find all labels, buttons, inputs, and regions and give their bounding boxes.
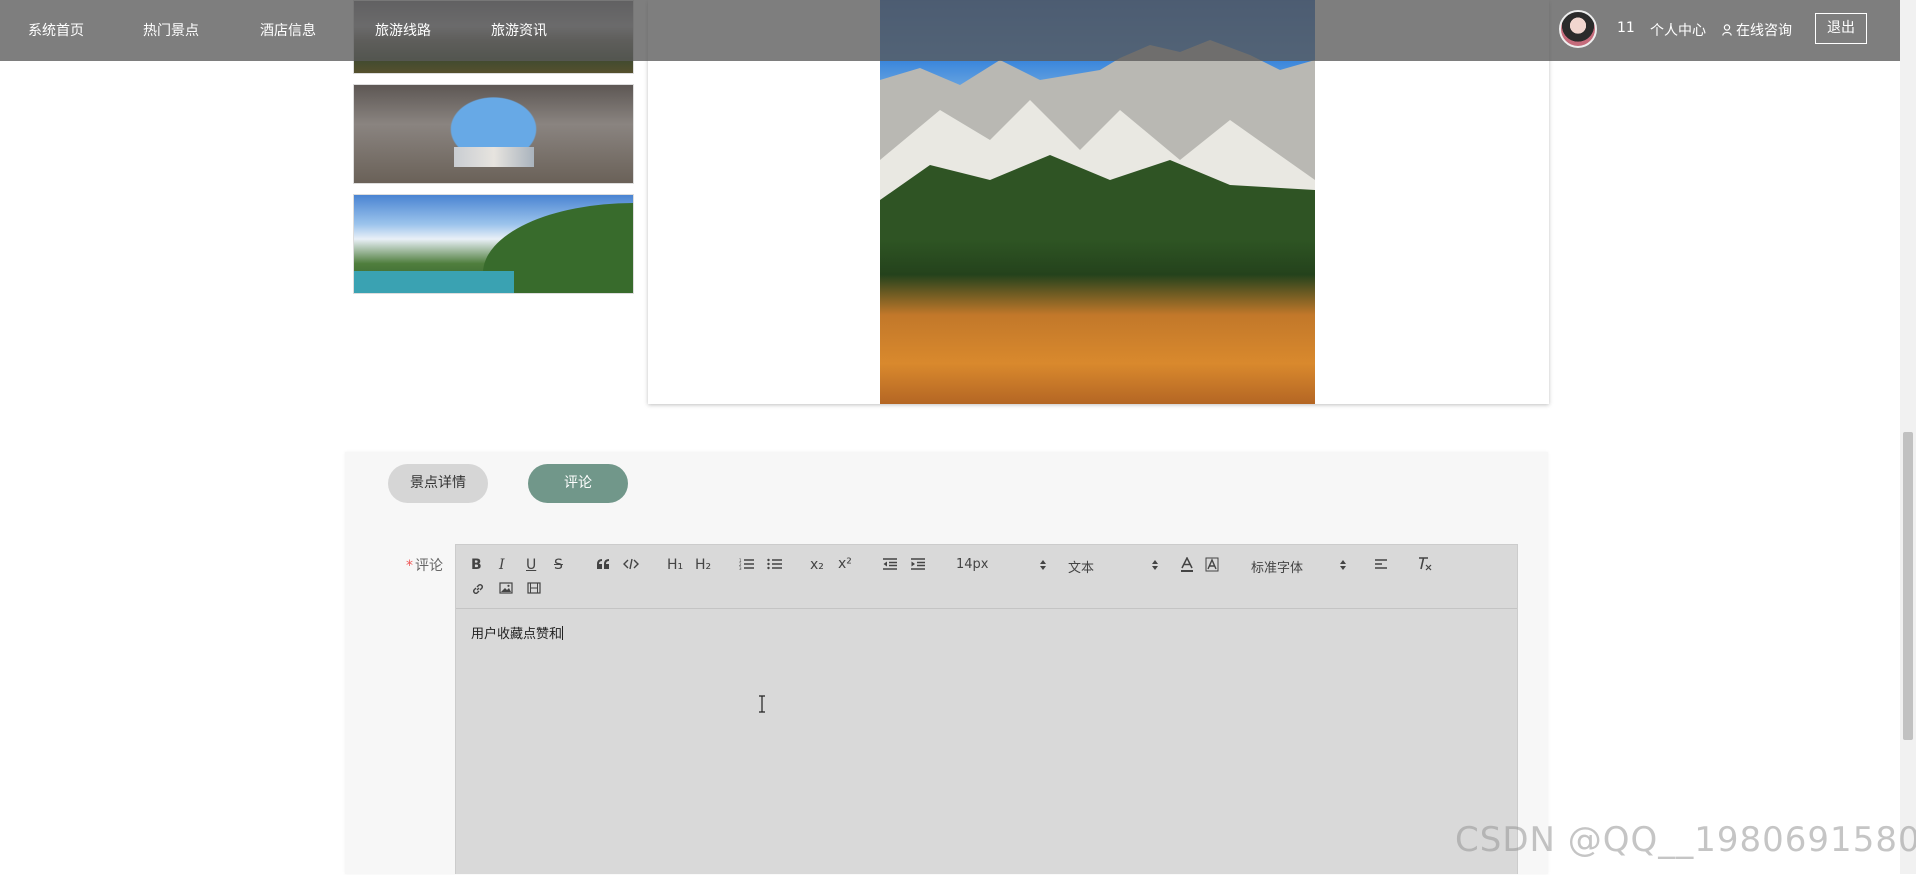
video-icon[interactable] [527,582,541,594]
editor-toolbar: B I U S H₁ H₂ 123 x₂ x² 14px 文本 标准字体 [456,545,1517,609]
editor-content-area[interactable]: 用户收藏点赞和 [456,609,1517,875]
rich-text-editor: B I U S H₁ H₂ 123 x₂ x² 14px 文本 标准字体 用户收… [455,544,1518,874]
bullet-list-icon[interactable] [767,558,783,570]
scrollbar-thumb[interactable] [1903,432,1913,740]
align-left-icon[interactable] [1374,558,1388,570]
watermark: CSDN @QQ__1980691580 [1455,820,1916,860]
comment-field-label: * 评论 [406,555,443,575]
text-cursor-icon [759,695,765,713]
background-color-icon[interactable] [1205,557,1219,573]
blockquote-icon[interactable] [596,558,610,570]
ordered-list-icon[interactable]: 123 [739,558,755,570]
mountain-shape [880,40,1315,240]
italic-button[interactable]: I [499,557,505,573]
user-center-link[interactable]: 个人中心 [1650,20,1706,40]
user-avatar[interactable] [1559,10,1597,48]
editor-text: 用户收藏点赞和 [471,627,563,642]
page-scrollbar[interactable] [1900,0,1916,874]
tab-attraction-details[interactable]: 景点详情 [388,464,488,503]
text-caret [562,626,564,640]
font-size-value: 14px [956,557,989,572]
gallery-thumbnail[interactable] [353,194,634,294]
user-id: 11 [1617,20,1635,36]
select-arrows-icon [1340,560,1346,570]
nav-news[interactable]: 旅游资讯 [491,20,547,40]
code-block-icon[interactable] [623,558,639,570]
top-nav-bar: 系统首页 热门景点 酒店信息 旅游线路 旅游资讯 11 个人中心 在线咨询 退出 [0,0,1900,61]
svg-text:3: 3 [739,566,742,570]
person-icon [1722,24,1732,36]
heading1-button[interactable]: H₁ [667,557,683,573]
thumbnail-detail [454,147,534,167]
link-icon[interactable] [471,582,485,596]
editor-content: 用户收藏点赞和 [471,623,564,642]
font-color-icon[interactable] [1180,557,1194,573]
image-icon[interactable] [499,582,513,594]
underline-button[interactable]: U [526,557,536,573]
nav-hot-spots[interactable]: 热门景点 [143,20,199,40]
strike-button[interactable]: S [554,557,563,573]
select-arrows-icon [1040,560,1046,570]
font-family-select[interactable]: 标准字体 [1251,557,1346,576]
superscript-button[interactable]: x² [838,556,852,572]
heading-type-select[interactable]: 文本 [1068,557,1158,576]
clear-format-icon[interactable] [1416,557,1432,571]
heading2-button[interactable]: H₂ [695,557,711,573]
font-family-value: 标准字体 [1251,561,1304,576]
font-size-select[interactable]: 14px [956,557,1046,572]
outdent-icon[interactable] [882,558,898,570]
select-arrows-icon [1152,560,1158,570]
bold-button[interactable]: B [471,557,482,573]
online-consult-label: 在线咨询 [1736,23,1792,39]
nav-routes[interactable]: 旅游线路 [375,20,431,40]
comment-label-text: 评论 [415,558,443,574]
logout-button[interactable]: 退出 [1815,13,1867,44]
required-marker: * [406,558,413,574]
tab-comments[interactable]: 评论 [528,464,628,503]
indent-icon[interactable] [910,558,926,570]
nav-hotels[interactable]: 酒店信息 [260,20,316,40]
subscript-button[interactable]: x₂ [810,557,824,573]
gallery-thumbnail[interactable] [353,84,634,184]
thumbnail-detail [354,271,514,293]
nav-home[interactable]: 系统首页 [28,20,84,40]
heading-type-value: 文本 [1068,561,1095,576]
online-consult-link[interactable]: 在线咨询 [1722,20,1792,40]
